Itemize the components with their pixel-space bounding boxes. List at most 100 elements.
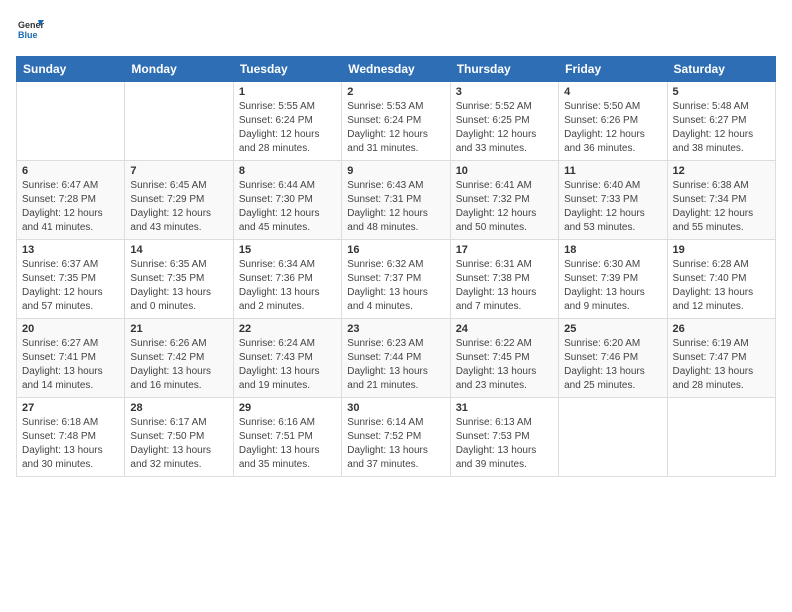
logo-icon: General Blue <box>16 16 44 44</box>
day-info: Sunrise: 6:28 AMSunset: 7:40 PMDaylight:… <box>673 258 770 314</box>
calendar-cell: 24 Sunrise: 6:22 AMSunset: 7:45 PMDayligh… <box>450 319 558 398</box>
calendar-cell: 21 Sunrise: 6:26 AMSunset: 7:42 PMDayligh… <box>125 319 233 398</box>
day-number: 15 <box>239 244 336 256</box>
day-info: Sunrise: 6:34 AMSunset: 7:36 PMDaylight:… <box>239 258 336 314</box>
calendar-cell: 19 Sunrise: 6:28 AMSunset: 7:40 PMDayligh… <box>667 240 775 319</box>
day-info: Sunrise: 6:23 AMSunset: 7:44 PMDaylight:… <box>347 337 444 393</box>
calendar-cell: 9Sunrise: 6:43 AMSunset: 7:31 PMDaylight… <box>342 161 450 240</box>
day-header-tuesday: Tuesday <box>233 57 341 82</box>
day-number: 1 <box>239 86 336 98</box>
day-info: Sunrise: 6:30 AMSunset: 7:39 PMDaylight:… <box>564 258 661 314</box>
day-number: 3 <box>456 86 553 98</box>
calendar-cell <box>559 398 667 477</box>
calendar-cell: 18 Sunrise: 6:30 AMSunset: 7:39 PMDayligh… <box>559 240 667 319</box>
calendar-week-2: 6 Sunrise: 6:47 AMSunset: 7:28 PMDaylight… <box>17 161 776 240</box>
day-info: Sunrise: 5:55 AMSunset: 6:24 PMDaylight:… <box>239 100 336 156</box>
day-number: 29 <box>239 402 336 414</box>
day-info: Sunrise: 6:31 AMSunset: 7:38 PMDaylight:… <box>456 258 553 314</box>
calendar-cell: 11 Sunrise: 6:40 AMSunset: 7:33 PMDayligh… <box>559 161 667 240</box>
calendar-week-1: 1 Sunrise: 5:55 AMSunset: 6:24 PMDaylight… <box>17 82 776 161</box>
day-info: Sunrise: 6:14 AMSunset: 7:52 PMDaylight:… <box>347 416 444 472</box>
calendar-cell: 27 Sunrise: 6:18 AMSunset: 7:48 PMDayligh… <box>17 398 125 477</box>
day-info: Sunrise: 6:40 AMSunset: 7:33 PMDaylight:… <box>564 179 661 235</box>
calendar-cell: 26Sunrise: 6:19 AMSunset: 7:47 PMDayligh… <box>667 319 775 398</box>
day-number: 22 <box>239 323 336 335</box>
day-number: 6 <box>22 165 119 177</box>
day-info: Sunrise: 6:37 AMSunset: 7:35 PMDaylight:… <box>22 258 119 314</box>
day-number: 17 <box>456 244 553 256</box>
day-number: 2 <box>347 86 444 98</box>
day-info: Sunrise: 5:48 AMSunset: 6:27 PMDaylight:… <box>673 100 770 156</box>
day-info: Sunrise: 6:20 AMSunset: 7:46 PMDaylight:… <box>564 337 661 393</box>
calendar-cell: 17 Sunrise: 6:31 AMSunset: 7:38 PMDayligh… <box>450 240 558 319</box>
day-info: Sunrise: 6:41 AMSunset: 7:32 PMDaylight:… <box>456 179 553 235</box>
calendar-cell: 3 Sunrise: 5:52 AMSunset: 6:25 PMDaylight… <box>450 82 558 161</box>
day-number: 25 <box>564 323 661 335</box>
calendar-cell: 5 Sunrise: 5:48 AMSunset: 6:27 PMDaylight… <box>667 82 775 161</box>
day-header-friday: Friday <box>559 57 667 82</box>
calendar-cell: 23 Sunrise: 6:23 AMSunset: 7:44 PMDayligh… <box>342 319 450 398</box>
day-number: 20 <box>22 323 119 335</box>
day-number: 24 <box>456 323 553 335</box>
day-number: 13 <box>22 244 119 256</box>
day-number: 7 <box>130 165 227 177</box>
day-header-wednesday: Wednesday <box>342 57 450 82</box>
calendar-cell <box>125 82 233 161</box>
calendar-cell: 20Sunrise: 6:27 AMSunset: 7:41 PMDayligh… <box>17 319 125 398</box>
day-number: 27 <box>22 402 119 414</box>
day-info: Sunrise: 6:38 AMSunset: 7:34 PMDaylight:… <box>673 179 770 235</box>
calendar-cell: 12Sunrise: 6:38 AMSunset: 7:34 PMDayligh… <box>667 161 775 240</box>
calendar-cell: 25 Sunrise: 6:20 AMSunset: 7:46 PMDayligh… <box>559 319 667 398</box>
day-info: Sunrise: 5:50 AMSunset: 6:26 PMDaylight:… <box>564 100 661 156</box>
day-header-thursday: Thursday <box>450 57 558 82</box>
calendar-cell: 30 Sunrise: 6:14 AMSunset: 7:52 PMDayligh… <box>342 398 450 477</box>
day-number: 23 <box>347 323 444 335</box>
calendar-week-4: 20Sunrise: 6:27 AMSunset: 7:41 PMDayligh… <box>17 319 776 398</box>
calendar-cell: 7Sunrise: 6:45 AMSunset: 7:29 PMDaylight… <box>125 161 233 240</box>
day-info: Sunrise: 6:26 AMSunset: 7:42 PMDaylight:… <box>130 337 227 393</box>
day-info: Sunrise: 5:52 AMSunset: 6:25 PMDaylight:… <box>456 100 553 156</box>
day-info: Sunrise: 6:16 AMSunset: 7:51 PMDaylight:… <box>239 416 336 472</box>
day-number: 11 <box>564 165 661 177</box>
day-info: Sunrise: 6:17 AMSunset: 7:50 PMDaylight:… <box>130 416 227 472</box>
day-number: 9 <box>347 165 444 177</box>
calendar-cell: 10Sunrise: 6:41 AMSunset: 7:32 PMDayligh… <box>450 161 558 240</box>
day-info: Sunrise: 6:44 AMSunset: 7:30 PMDaylight:… <box>239 179 336 235</box>
svg-text:Blue: Blue <box>18 30 38 40</box>
calendar-week-5: 27 Sunrise: 6:18 AMSunset: 7:48 PMDayligh… <box>17 398 776 477</box>
logo: General Blue <box>16 16 44 44</box>
day-info: Sunrise: 5:53 AMSunset: 6:24 PMDaylight:… <box>347 100 444 156</box>
day-info: Sunrise: 6:18 AMSunset: 7:48 PMDaylight:… <box>22 416 119 472</box>
calendar-cell: 22 Sunrise: 6:24 AMSunset: 7:43 PMDayligh… <box>233 319 341 398</box>
calendar-cell: 2 Sunrise: 5:53 AMSunset: 6:24 PMDaylight… <box>342 82 450 161</box>
day-header-saturday: Saturday <box>667 57 775 82</box>
day-number: 28 <box>130 402 227 414</box>
day-header-sunday: Sunday <box>17 57 125 82</box>
calendar-cell: 13 Sunrise: 6:37 AMSunset: 7:35 PMDayligh… <box>17 240 125 319</box>
day-info: Sunrise: 6:32 AMSunset: 7:37 PMDaylight:… <box>347 258 444 314</box>
day-number: 5 <box>673 86 770 98</box>
calendar-cell <box>667 398 775 477</box>
day-number: 8 <box>239 165 336 177</box>
day-info: Sunrise: 6:13 AMSunset: 7:53 PMDaylight:… <box>456 416 553 472</box>
calendar-cell: 6 Sunrise: 6:47 AMSunset: 7:28 PMDaylight… <box>17 161 125 240</box>
calendar-cell: 1 Sunrise: 5:55 AMSunset: 6:24 PMDaylight… <box>233 82 341 161</box>
calendar-cell: 14Sunrise: 6:35 AMSunset: 7:35 PMDayligh… <box>125 240 233 319</box>
day-number: 18 <box>564 244 661 256</box>
calendar-cell: 4Sunrise: 5:50 AMSunset: 6:26 PMDaylight… <box>559 82 667 161</box>
calendar-cell <box>17 82 125 161</box>
day-number: 19 <box>673 244 770 256</box>
day-number: 30 <box>347 402 444 414</box>
day-number: 16 <box>347 244 444 256</box>
calendar-cell: 29 Sunrise: 6:16 AMSunset: 7:51 PMDayligh… <box>233 398 341 477</box>
calendar-week-3: 13 Sunrise: 6:37 AMSunset: 7:35 PMDayligh… <box>17 240 776 319</box>
day-info: Sunrise: 6:47 AMSunset: 7:28 PMDaylight:… <box>22 179 119 235</box>
day-number: 21 <box>130 323 227 335</box>
day-info: Sunrise: 6:22 AMSunset: 7:45 PMDaylight:… <box>456 337 553 393</box>
day-info: Sunrise: 6:24 AMSunset: 7:43 PMDaylight:… <box>239 337 336 393</box>
day-header-monday: Monday <box>125 57 233 82</box>
calendar-table: SundayMondayTuesdayWednesdayThursdayFrid… <box>16 56 776 477</box>
day-number: 26 <box>673 323 770 335</box>
calendar-cell: 28 Sunrise: 6:17 AMSunset: 7:50 PMDayligh… <box>125 398 233 477</box>
calendar-header-row: SundayMondayTuesdayWednesdayThursdayFrid… <box>17 57 776 82</box>
